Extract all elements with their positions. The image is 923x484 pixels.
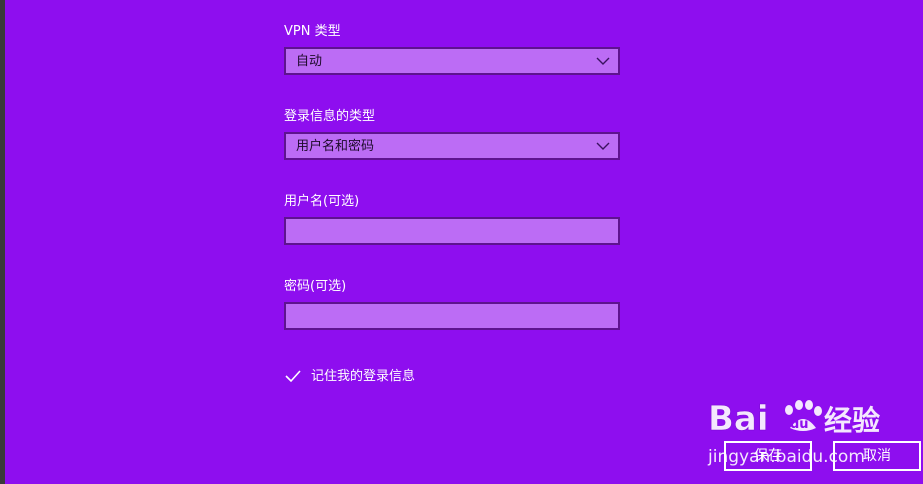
vpn-type-label: VPN 类型 [284,24,341,39]
login-type-label: 登录信息的类型 [284,109,376,124]
login-type-dropdown[interactable]: 用户名和密码 [284,132,620,160]
svg-text:Bai: Bai [708,399,769,439]
vpn-type-selected: 自动 [296,54,323,69]
chevron-down-icon [596,57,610,65]
baidu-watermark-logo: Bai du 经验 jingyan.baidu.com [707,399,880,467]
remember-checkbox[interactable] [284,367,302,385]
window-left-edge [0,0,5,484]
login-type-selected: 用户名和密码 [296,139,375,154]
password-label: 密码(可选) [284,279,347,294]
svg-text:经验: 经验 [824,404,880,437]
username-input[interactable] [284,217,620,245]
svg-text:jingyan.baidu.com: jingyan.baidu.com [707,447,865,467]
svg-text:du: du [790,417,809,432]
chevron-down-icon [596,142,610,150]
check-icon [285,370,301,383]
remember-label: 记住我的登录信息 [311,369,416,384]
vpn-type-dropdown[interactable]: 自动 [284,47,620,75]
password-input[interactable] [284,302,620,330]
username-label: 用户名(可选) [284,194,360,209]
